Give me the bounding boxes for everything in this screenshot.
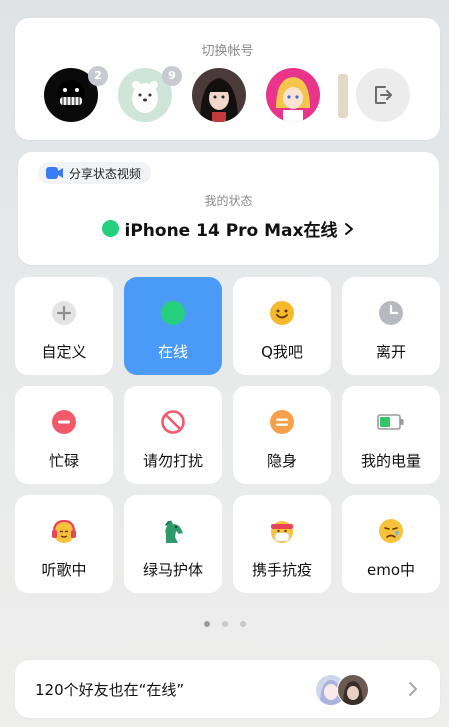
tile-label: 忙碌 <box>48 452 79 470</box>
share-status-video-label: 分享状态视频 <box>69 166 142 181</box>
plus-icon <box>50 299 78 327</box>
account-avatar-2[interactable]: 9 <box>118 66 182 122</box>
tile-label: emo中 <box>366 561 416 579</box>
tile-label: 我的电量 <box>360 452 421 470</box>
tile-label: 自定义 <box>41 343 87 361</box>
status-tile-online[interactable]: 在线 <box>124 277 222 375</box>
page-dot[interactable] <box>239 621 246 627</box>
tile-label: 绿马护体 <box>142 561 203 579</box>
current-status[interactable]: iPhone 14 Pro Max在线 <box>18 216 439 241</box>
battery-icon <box>377 408 405 436</box>
status-tile-battery[interactable]: 我的电量 <box>342 386 440 484</box>
unread-badge: 9 <box>162 66 182 86</box>
tile-label: 请勿打扰 <box>142 452 203 470</box>
share-status-video-button[interactable]: 分享状态视频 <box>38 162 152 184</box>
page-dot[interactable] <box>221 621 228 627</box>
page-indicator <box>0 621 449 627</box>
tile-label: 携手抗疫 <box>251 561 312 579</box>
online-dot-icon <box>101 220 119 237</box>
friends-online-bar[interactable]: 120个好友也在“在线” <box>15 660 440 718</box>
status-tile-listening[interactable]: 听歌中 <box>15 495 113 593</box>
logout-button[interactable] <box>356 68 410 122</box>
clock-icon <box>377 299 405 327</box>
friends-online-text: 120个好友也在“在线” <box>35 681 185 699</box>
my-status-caption: 我的状态 <box>204 194 253 208</box>
logout-icon <box>375 86 392 104</box>
status-tile-q-me[interactable]: Q我吧 <box>233 277 331 375</box>
smile-icon <box>268 299 296 327</box>
invisible-icon <box>268 408 296 436</box>
page-dot[interactable] <box>203 621 210 627</box>
account-avatar-4[interactable] <box>266 68 320 122</box>
online-dot-icon <box>159 299 187 327</box>
status-card: 分享状态视频 我的状态 iPhone 14 Pro Max在线 <box>18 152 439 265</box>
account-avatar-3[interactable] <box>192 68 246 122</box>
status-tile-away[interactable]: 离开 <box>342 277 440 375</box>
status-tile-fight-epidemic[interactable]: 携手抗疫 <box>233 495 331 593</box>
chevron-right-icon <box>409 682 417 696</box>
tile-label: Q我吧 <box>261 343 303 361</box>
account-switcher-card: 切换帐号 2 9 <box>15 18 440 140</box>
tile-label: 离开 <box>375 343 406 361</box>
busy-icon <box>50 408 78 436</box>
sad-icon <box>377 517 405 545</box>
friend-avatar <box>337 674 369 706</box>
chevron-right-icon <box>344 222 353 235</box>
tile-label: 听歌中 <box>41 561 87 579</box>
tile-label: 在线 <box>157 343 188 361</box>
avatar <box>266 68 320 122</box>
unread-badge: 2 <box>88 66 108 86</box>
status-tile-invisible[interactable]: 隐身 <box>233 386 331 484</box>
status-tile-do-not-disturb[interactable]: 请勿打扰 <box>124 386 222 484</box>
mask-icon <box>268 517 296 545</box>
account-avatar-partial[interactable] <box>338 74 348 118</box>
account-switcher-title: 切换帐号 <box>201 44 254 59</box>
headphones-icon <box>50 517 78 545</box>
no-entry-icon <box>159 408 187 436</box>
status-tile-emo[interactable]: emo中 <box>342 495 440 593</box>
status-tile-green-horse[interactable]: 绿马护体 <box>124 495 222 593</box>
status-tile-busy[interactable]: 忙碌 <box>15 386 113 484</box>
current-status-text: iPhone 14 Pro Max在线 <box>124 221 338 241</box>
green-horse-icon <box>159 517 187 545</box>
avatar <box>192 68 246 122</box>
account-avatar-1[interactable]: 2 <box>44 66 108 122</box>
status-tile-custom[interactable]: 自定义 <box>15 277 113 375</box>
video-camera-icon <box>46 167 63 179</box>
tile-label: 隐身 <box>266 452 297 470</box>
